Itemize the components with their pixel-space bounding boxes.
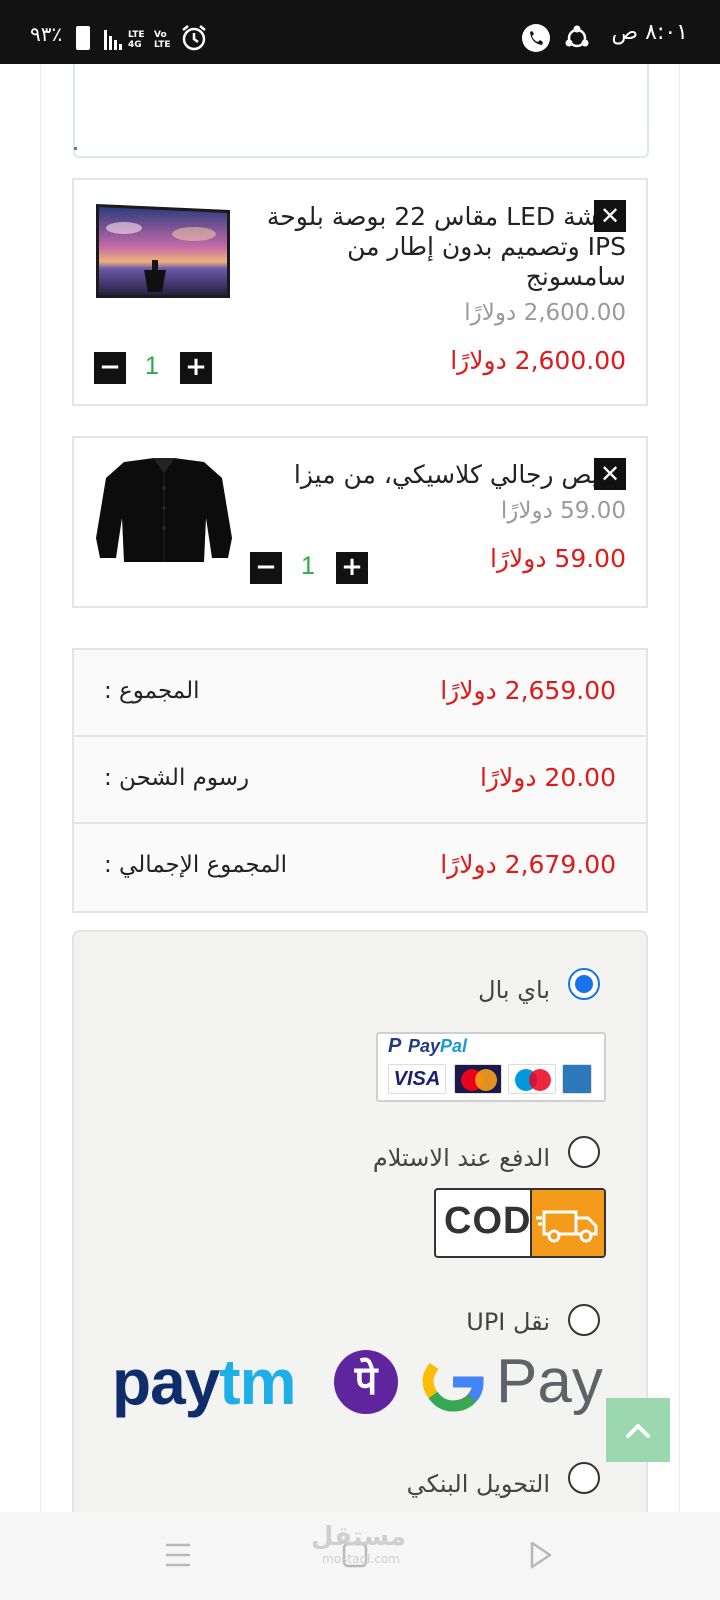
paypal-label[interactable]: باي بال	[478, 976, 550, 1004]
paypal-radio[interactable]	[568, 968, 600, 1000]
clock: ٨:٠١ ص	[611, 20, 688, 45]
google-g-icon	[420, 1348, 486, 1424]
maestro-icon	[508, 1064, 556, 1094]
paypal-logo: P PayPal VISA	[376, 1032, 606, 1102]
cart-item: قميص رجالي كلاسيكي، من ميزا ✕ 59.00 دولا…	[72, 436, 648, 608]
cod-radio[interactable]	[568, 1136, 600, 1168]
viber-icon	[522, 24, 550, 52]
product-image[interactable]	[94, 200, 232, 300]
shipping-row: رسوم الشحن : 20.00 دولارًا	[74, 737, 646, 824]
back-icon[interactable]	[528, 1540, 554, 1570]
phonepe-logo: पे	[334, 1350, 398, 1414]
battery-icon	[76, 26, 90, 50]
subtotal-value: 2,659.00 دولارًا	[440, 676, 616, 705]
system-navigation-bar: مستقل mostaql.com	[0, 1512, 720, 1600]
upi-logos: paytm पे Pay	[112, 1350, 612, 1420]
grand-total-label: المجموع الإجمالي :	[104, 852, 288, 878]
subtotal-label: المجموع :	[104, 678, 200, 704]
product-title[interactable]: قميص رجالي كلاسيكي، من ميزا	[266, 460, 626, 490]
shipping-value: 20.00 دولارًا	[479, 763, 616, 792]
hotspot-icon	[565, 25, 589, 48]
grand-total-row: المجموع الإجمالي : 2,679.00 دولارًا	[74, 824, 646, 911]
delivery-truck-icon	[530, 1190, 604, 1256]
subtotal-row: المجموع : 2,659.00 دولارًا	[74, 650, 646, 737]
alarm-icon	[182, 25, 206, 51]
sale-price: 59.00 دولارًا	[489, 544, 626, 573]
bank-transfer-label[interactable]: التحويل البنكي	[407, 1470, 550, 1498]
cod-label[interactable]: الدفع عند الاستلام	[373, 1144, 550, 1172]
bank-transfer-radio[interactable]	[568, 1462, 600, 1494]
increase-quantity-button[interactable]: +	[336, 552, 368, 584]
shipping-label: رسوم الشحن :	[104, 765, 250, 791]
battery-percentage: ٪٩٣	[30, 22, 63, 46]
decrease-quantity-button[interactable]: −	[250, 552, 282, 584]
product-image[interactable]	[94, 458, 234, 562]
cart-item: شاشة LED مقاس 22 بوصة بلوحة IPS وتصميم ب…	[72, 178, 648, 406]
amex-icon	[562, 1064, 592, 1094]
paytm-logo: paytm	[112, 1346, 297, 1418]
cod-logo: COD	[434, 1188, 606, 1258]
sale-price: 2,600.00 دولارًا	[450, 346, 626, 375]
chevron-up-icon	[626, 1424, 650, 1438]
mastercard-icon	[454, 1064, 502, 1094]
grand-total-value: 2,679.00 دولارًا	[440, 850, 616, 879]
scroll-to-top-button[interactable]	[606, 1398, 670, 1462]
original-price: 59.00 دولارًا	[500, 498, 626, 524]
watermark-logo: مستقل mostaql.com	[310, 1522, 406, 1566]
gpay-logo: Pay	[496, 1347, 603, 1416]
recent-apps-icon[interactable]	[164, 1542, 192, 1568]
quantity-value[interactable]: 1	[288, 552, 328, 581]
increase-quantity-button[interactable]: +	[180, 352, 212, 384]
payment-methods: باي بال P PayPal VISA الدفع عند الاستلام…	[72, 930, 648, 1530]
volte-indicator: Vo LTE	[154, 30, 171, 50]
status-bar: ٪٩٣ LTE 4G Vo LTE ٨:٠١ ص	[0, 0, 720, 64]
original-price: 2,600.00 دولارًا	[464, 300, 626, 326]
order-notes-textarea[interactable]	[73, 64, 649, 158]
decrease-quantity-button[interactable]: −	[94, 352, 126, 384]
visa-icon: VISA	[388, 1064, 446, 1094]
close-icon[interactable]: ✕	[594, 458, 626, 490]
quantity-value[interactable]: 1	[132, 352, 172, 381]
upi-radio[interactable]	[568, 1304, 600, 1336]
order-totals-table: المجموع : 2,659.00 دولارًا رسوم الشحن : …	[72, 648, 648, 913]
upi-label[interactable]: نقل UPI	[466, 1308, 550, 1336]
close-icon[interactable]: ✕	[594, 200, 626, 232]
textarea-resize-handle	[74, 147, 77, 150]
product-title[interactable]: شاشة LED مقاس 22 بوصة بلوحة IPS وتصميم ب…	[266, 202, 626, 292]
lte-indicator: LTE 4G	[128, 30, 145, 50]
